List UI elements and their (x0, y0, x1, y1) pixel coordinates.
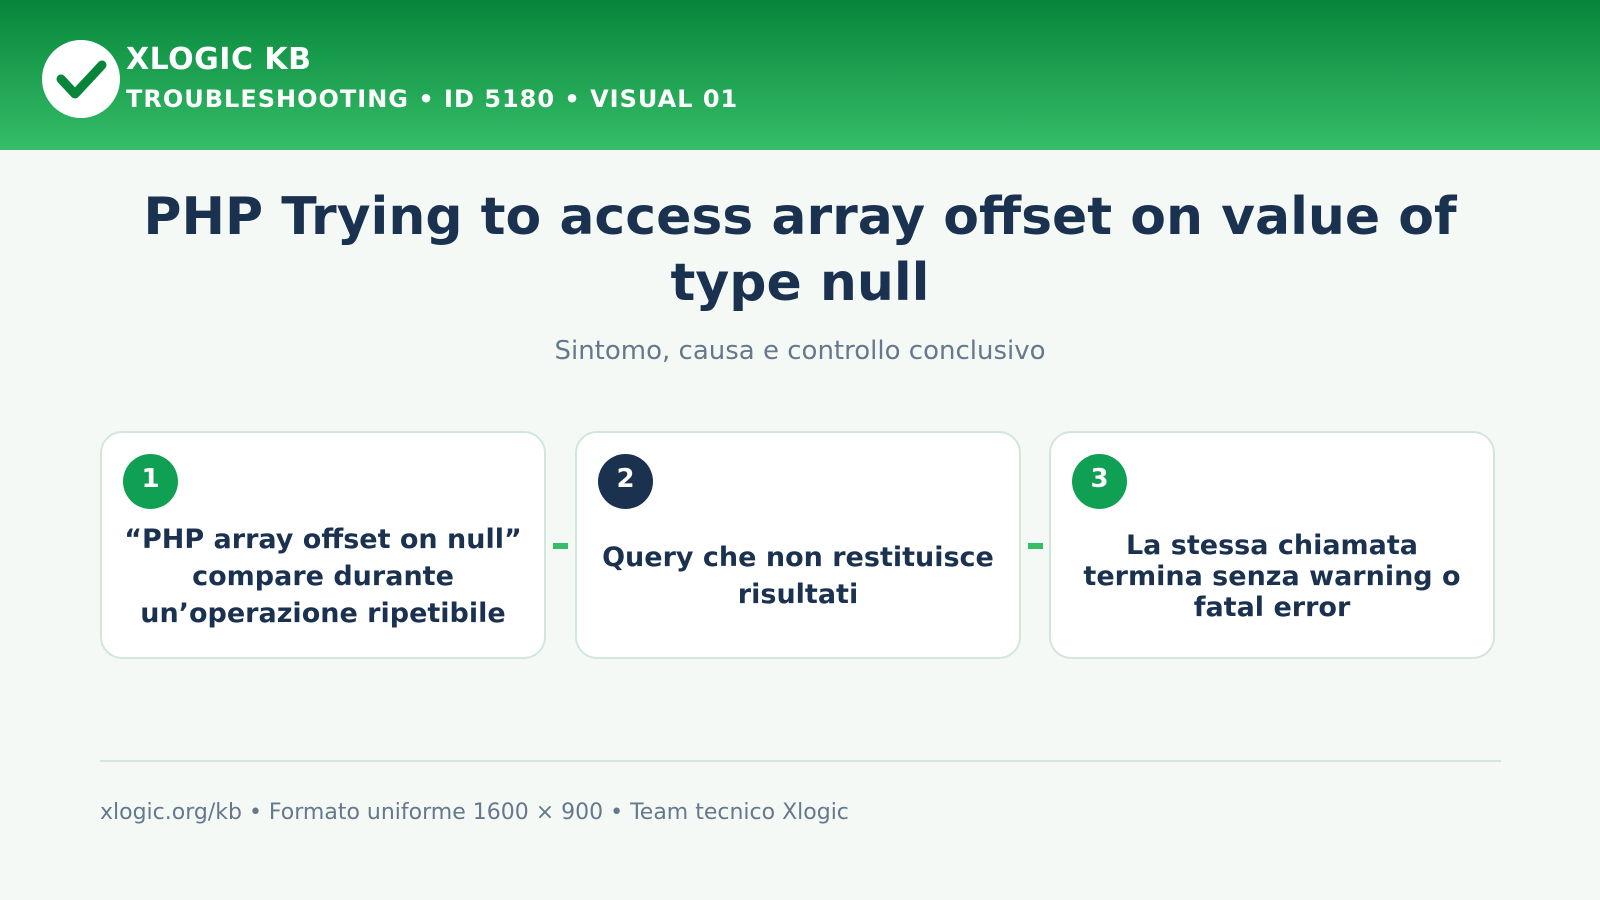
check-circle-icon (42, 40, 120, 118)
step-connector (553, 543, 568, 549)
footer-divider (100, 760, 1501, 762)
article-category-id: TROUBLESHOOTING • ID 5180 • VISUAL 01 (126, 85, 739, 113)
step-number-badge: 2 (598, 454, 653, 509)
step-number-badge: 1 (123, 454, 178, 509)
step-text: La stessa chiamata termina senza warning… (1083, 529, 1461, 623)
step-number-badge: 3 (1072, 454, 1127, 509)
step-connector (1028, 543, 1043, 549)
step-text: “PHP array offset on null” compare duran… (124, 523, 522, 629)
step-text: Query che non restituisce risultati (602, 542, 994, 610)
header-banner: XLOGIC KB TROUBLESHOOTING • ID 5180 • VI… (0, 0, 1600, 150)
brand-name: XLOGIC KB (126, 42, 312, 77)
step-card-cause: 2 Query che non restituisce risultati (575, 431, 1021, 659)
step-card-symptom: 1 “PHP array offset on null” compare dur… (100, 431, 546, 659)
step-card-check: 3 La stessa chiamata termina senza warni… (1049, 431, 1495, 659)
page-title: PHP Trying to access array offset on val… (143, 187, 1457, 313)
page-subtitle: Sintomo, causa e controllo conclusivo (554, 336, 1046, 366)
footer-text: xlogic.org/kb • Formato uniforme 1600 × … (100, 800, 849, 825)
